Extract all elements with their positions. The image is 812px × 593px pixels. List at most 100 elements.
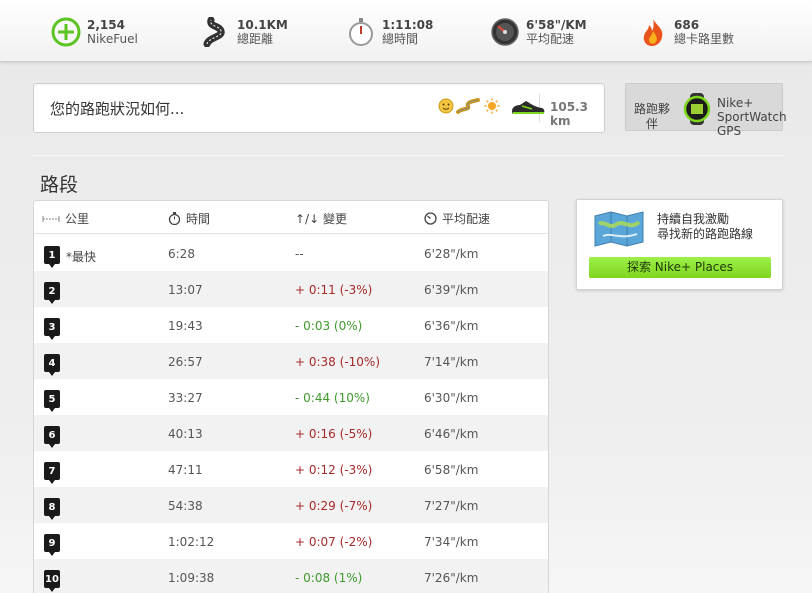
column-header-label: ↑/↓ 變更 xyxy=(295,212,347,226)
page-title: 路段 xyxy=(40,174,79,196)
table-row[interactable]: 3 19:43 - 0:03 (0%) 6'36"/km xyxy=(34,307,548,343)
km-marker-badge: 3 xyxy=(44,318,60,340)
split-time: 6:28 xyxy=(168,247,195,261)
column-header-pace[interactable]: 平均配速 xyxy=(424,210,490,227)
table-row[interactable]: 6 40:13 + 0:16 (-5%) 6'46"/km xyxy=(34,415,548,451)
split-pace: 6'39"/km xyxy=(424,283,479,297)
split-pace: 7'34"/km xyxy=(424,535,479,549)
stat-label: 總卡路里數 xyxy=(674,32,735,46)
split-time: 33:27 xyxy=(168,391,203,405)
split-time: 1:02:12 xyxy=(168,535,215,549)
stat-nikefuel: 2,154 NikeFuel xyxy=(50,13,138,51)
fastest-label: *最快 xyxy=(66,250,97,264)
split-pace: 6'28"/km xyxy=(424,247,479,261)
table-row[interactable]: 2 13:07 + 0:11 (-3%) 6'39"/km xyxy=(34,271,548,307)
column-header-label: 公里 xyxy=(65,212,90,226)
km-marker-badge: 5 xyxy=(44,390,60,412)
splits-table: 公里 時間 ↑/↓ 變更 平均配速 1 *最快 6:28 -- 6'28"/km 2 13:… xyxy=(33,200,549,593)
table-row[interactable]: 1 *最快 6:28 -- 6'28"/km xyxy=(34,235,548,271)
split-change: + 0:16 (-5%) xyxy=(295,427,373,441)
split-time: 13:07 xyxy=(168,283,203,297)
sportwatch-icon xyxy=(680,93,714,129)
stat-total-distance: 10.1KM 總距離 xyxy=(200,13,288,51)
split-pace: 6'36"/km xyxy=(424,319,479,333)
table-row[interactable]: 7 47:11 + 0:12 (-3%) 6'58"/km xyxy=(34,451,548,487)
split-change: + 0:11 (-3%) xyxy=(295,283,373,297)
split-change: + 0:38 (-10%) xyxy=(295,355,380,369)
nikefuel-icon xyxy=(50,16,82,48)
run-companion-box[interactable]: 路跑夥伴 Nike+ SportWatch GPS xyxy=(625,83,787,138)
flame-icon xyxy=(637,16,669,48)
run-status-input[interactable]: 您的路跑狀況如何... 105.3 km xyxy=(33,83,605,133)
shoe-icon[interactable] xyxy=(510,97,546,121)
stat-label: 總距離 xyxy=(237,32,274,46)
nike-places-card: 持續自我激勵 尋找新的路跑路線 探索 Nike+ Places xyxy=(576,199,783,290)
ruler-icon xyxy=(42,215,60,222)
run-mood-selector[interactable] xyxy=(438,98,500,114)
km-marker-badge: 10 xyxy=(44,570,60,592)
stat-value: 6'58"/KM xyxy=(526,18,587,32)
stat-value: 2,154 xyxy=(87,18,125,32)
column-header-label: 時間 xyxy=(186,212,211,226)
table-row[interactable]: 9 1:02:12 + 0:07 (-2%) 7'34"/km xyxy=(34,523,548,559)
explore-places-button[interactable]: 探索 Nike+ Places xyxy=(589,257,771,278)
km-marker-badge: 1 xyxy=(44,246,60,268)
split-time: 26:57 xyxy=(168,355,203,369)
stat-average-pace: 6'58"/KM 平均配速 xyxy=(489,13,587,51)
stopwatch-icon xyxy=(345,16,377,48)
split-time: 40:13 xyxy=(168,427,203,441)
table-header: 公里 時間 ↑/↓ 變更 平均配速 xyxy=(34,201,548,234)
smiley-icon[interactable] xyxy=(438,98,454,114)
split-change: - 0:03 (0%) xyxy=(295,319,363,333)
stat-label: NikeFuel xyxy=(87,32,138,46)
sun-icon[interactable] xyxy=(484,98,500,114)
split-time: 1:09:38 xyxy=(168,571,215,585)
split-pace: 7'14"/km xyxy=(424,355,479,369)
split-pace: 7'26"/km xyxy=(424,571,479,585)
speedometer-icon xyxy=(424,212,437,225)
places-line-2: 尋找新的路跑路線 xyxy=(657,227,754,241)
status-placeholder: 您的路跑狀況如何... xyxy=(50,100,185,118)
companion-device-name: Nike+ SportWatch GPS xyxy=(717,96,787,138)
split-pace: 6'30"/km xyxy=(424,391,479,405)
stat-value: 1:11:08 xyxy=(382,18,434,32)
km-marker-badge: 8 xyxy=(44,498,60,520)
column-header-time[interactable]: 時間 xyxy=(168,210,210,227)
shoe-distance: 105.3 km xyxy=(550,100,588,128)
split-time: 19:43 xyxy=(168,319,203,333)
column-header-change[interactable]: ↑/↓ 變更 xyxy=(295,210,347,227)
km-marker-badge: 4 xyxy=(44,354,60,376)
km-marker-badge: 9 xyxy=(44,534,60,556)
stat-label: 總時間 xyxy=(382,32,419,46)
column-header-label: 平均配速 xyxy=(442,212,491,226)
stat-total-time: 1:11:08 總時間 xyxy=(345,13,433,51)
column-header-km[interactable]: 公里 xyxy=(42,210,89,227)
road-icon xyxy=(200,16,232,48)
table-row[interactable]: 8 54:38 + 0:29 (-7%) 7'27"/km xyxy=(34,487,548,523)
km-marker-badge: 2 xyxy=(44,282,60,304)
map-icon xyxy=(593,210,645,252)
split-pace: 7'27"/km xyxy=(424,499,479,513)
table-row[interactable]: 10 1:09:38 - 0:08 (1%) 7'26"/km xyxy=(34,559,548,593)
km-marker-badge: 7 xyxy=(44,462,60,484)
split-change: + 0:29 (-7%) xyxy=(295,499,373,513)
terrain-icon[interactable] xyxy=(456,98,482,114)
stopwatch-icon xyxy=(168,212,181,225)
split-pace: 6'58"/km xyxy=(424,463,479,477)
companion-label: 路跑夥伴 xyxy=(633,102,670,131)
split-change: + 0:12 (-3%) xyxy=(295,463,373,477)
split-time: 47:11 xyxy=(168,463,203,477)
split-time: 54:38 xyxy=(168,499,203,513)
stat-total-calories: 686 總卡路里數 xyxy=(637,13,734,51)
stat-value: 10.1KM xyxy=(237,18,288,32)
places-line-1: 持續自我激勵 xyxy=(657,212,730,226)
table-row[interactable]: 4 26:57 + 0:38 (-10%) 7'14"/km xyxy=(34,343,548,379)
split-pace: 6'46"/km xyxy=(424,427,479,441)
split-change: + 0:07 (-2%) xyxy=(295,535,373,549)
km-marker-badge: 6 xyxy=(44,426,60,448)
speedometer-icon xyxy=(489,16,521,48)
summary-stats-bar: 2,154 NikeFuel 10.1KM 總距離 1:11:08 總時間 6'… xyxy=(0,0,812,62)
split-change: - 0:44 (10%) xyxy=(295,391,370,405)
table-row[interactable]: 5 33:27 - 0:44 (10%) 6'30"/km xyxy=(34,379,548,415)
split-change: - 0:08 (1%) xyxy=(295,571,363,585)
